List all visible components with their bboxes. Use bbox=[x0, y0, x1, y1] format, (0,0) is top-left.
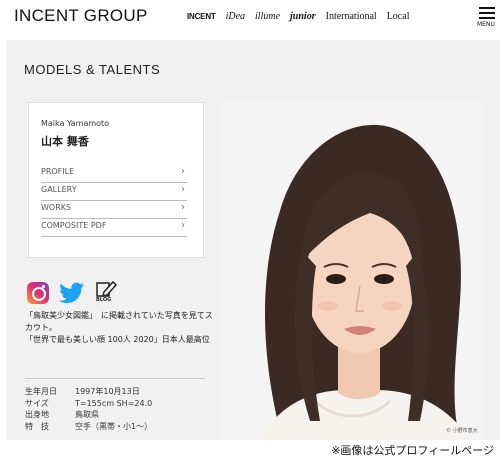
hamburger-icon bbox=[479, 7, 495, 9]
link-composite-pdf[interactable]: COMPOSITE PDF › bbox=[41, 219, 187, 237]
blog-label: BLOG bbox=[96, 297, 112, 303]
top-nav: INCENT iDea illume junior International … bbox=[187, 11, 409, 22]
twitter-icon[interactable] bbox=[59, 282, 85, 304]
nav-item-incent[interactable]: INCENT bbox=[187, 12, 216, 21]
info-row: サイズ T=155cm SH=24.0 bbox=[25, 398, 152, 410]
description-line: 「世界で最も美しい顔 100人 2020」日本人最高位 bbox=[25, 335, 210, 344]
info-label: サイズ bbox=[25, 398, 49, 408]
social-links: BLOG bbox=[27, 280, 118, 306]
nav-item-illume[interactable]: illume bbox=[255, 11, 280, 22]
site-header: INCENT GROUP INCENT iDea illume junior I… bbox=[0, 0, 500, 36]
divider bbox=[25, 378, 205, 379]
info-label: 特 技 bbox=[25, 421, 49, 431]
chevron-right-icon: › bbox=[181, 202, 185, 213]
image-caption: ※画像は公式プロフィールページ bbox=[331, 444, 494, 457]
info-value: 空手（黒帯・小1〜） bbox=[75, 421, 153, 431]
info-value: 1997年10月13日 bbox=[75, 387, 140, 396]
info-row: 特 技 空手（黒帯・小1〜） bbox=[25, 421, 152, 433]
nav-item-idea[interactable]: iDea bbox=[226, 11, 245, 22]
hamburger-bar bbox=[479, 12, 495, 14]
description-line: 「鳥取美少女図鑑」 に掲載されていた写真を見てスカウト。 bbox=[25, 311, 213, 332]
info-row: 生年月日 1997年10月13日 bbox=[25, 386, 152, 398]
chevron-right-icon: › bbox=[181, 166, 185, 177]
chevron-right-icon: › bbox=[181, 220, 185, 231]
site-logo[interactable]: INCENT GROUP bbox=[14, 6, 148, 26]
menu-label: MENU bbox=[477, 21, 495, 28]
link-profile-label: PROFILE bbox=[41, 167, 75, 176]
name-english: Maika Yamamoto bbox=[41, 119, 110, 128]
info-label: 出身地 bbox=[25, 410, 49, 419]
chevron-right-icon: › bbox=[181, 184, 185, 195]
name-japanese: 山本 舞香 bbox=[41, 135, 89, 148]
section-title: MODELS & TALENTS bbox=[24, 62, 161, 77]
profile-description: 「鳥取美少女図鑑」 に掲載されていた写真を見てスカウト。 「世界で最も美しい顔 … bbox=[25, 310, 215, 346]
link-works-label: WORKS bbox=[41, 203, 72, 212]
portrait-image bbox=[220, 101, 482, 440]
instagram-icon[interactable] bbox=[27, 282, 49, 304]
link-composite-pdf-label: COMPOSITE PDF bbox=[41, 221, 107, 230]
profile-photo bbox=[220, 101, 482, 440]
nav-item-international[interactable]: International bbox=[326, 11, 377, 22]
info-value: 鳥取県 bbox=[75, 410, 99, 419]
link-works[interactable]: WORKS › bbox=[41, 201, 187, 219]
hamburger-bar bbox=[479, 17, 495, 19]
link-profile[interactable]: PROFILE › bbox=[41, 165, 187, 183]
nav-item-local[interactable]: Local bbox=[387, 11, 410, 22]
profile-info: 生年月日 1997年10月13日 サイズ T=155cm SH=24.0 出身地… bbox=[25, 386, 152, 432]
photo-credit: © 小野市恵大 bbox=[446, 428, 478, 434]
info-row: 出身地 鳥取県 bbox=[25, 409, 152, 421]
menu-button[interactable]: MENU bbox=[477, 4, 499, 28]
pencil-icon bbox=[96, 280, 118, 298]
profile-card: Maika Yamamoto 山本 舞香 PROFILE › GALLERY ›… bbox=[28, 102, 204, 258]
nav-item-junior[interactable]: junior bbox=[290, 11, 316, 22]
blog-icon[interactable]: BLOG bbox=[95, 280, 118, 306]
info-value: T=155cm SH=24.0 bbox=[75, 398, 153, 408]
link-gallery-label: GALLERY bbox=[41, 185, 77, 194]
info-label: 生年月日 bbox=[25, 387, 57, 396]
link-gallery[interactable]: GALLERY › bbox=[41, 183, 187, 201]
